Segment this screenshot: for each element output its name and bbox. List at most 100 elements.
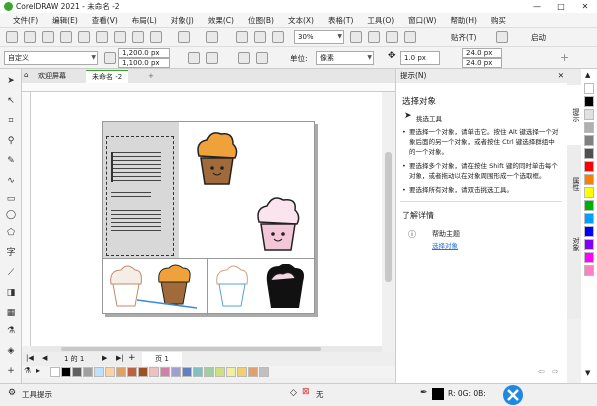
home-icon[interactable]: ⌂ bbox=[24, 71, 28, 79]
landscape-icon[interactable] bbox=[206, 52, 218, 64]
launch-dropdown[interactable]: 启动 bbox=[531, 32, 546, 43]
current-page-icon[interactable] bbox=[256, 52, 268, 64]
add-tool-icon[interactable]: + bbox=[5, 365, 17, 377]
menu-bitmaps[interactable]: 位图(B) bbox=[241, 15, 281, 26]
duplicate-y-field[interactable]: 24.0 px bbox=[462, 58, 502, 68]
units-combo[interactable]: 像素 ▼ bbox=[316, 51, 374, 65]
save-icon[interactable] bbox=[42, 31, 54, 43]
show-guides-icon[interactable] bbox=[404, 31, 416, 43]
minimize-button[interactable]: — bbox=[525, 2, 549, 11]
all-pages-icon[interactable] bbox=[238, 52, 250, 64]
palette-swatch[interactable] bbox=[584, 174, 594, 185]
rectangle-tool-icon[interactable]: ▭ bbox=[5, 193, 17, 205]
document-palette-swatch[interactable] bbox=[237, 367, 247, 377]
tab-hints[interactable]: 提示 bbox=[567, 85, 581, 145]
palette-swatch[interactable] bbox=[584, 122, 594, 133]
document-palette-swatch[interactable] bbox=[138, 367, 148, 377]
menu-text[interactable]: 文本(X) bbox=[281, 15, 321, 26]
eyedropper-tool-icon[interactable]: ⚗ bbox=[5, 325, 17, 337]
add-page-icon[interactable]: + bbox=[128, 353, 136, 363]
cloud-icon[interactable] bbox=[60, 31, 72, 43]
zoom-tool-icon[interactable]: ⚲ bbox=[5, 135, 17, 147]
document-palette-swatch[interactable] bbox=[94, 367, 104, 377]
interactive-fill-icon[interactable]: ◈ bbox=[5, 345, 17, 357]
pdf-icon[interactable] bbox=[272, 31, 284, 43]
tab-objects[interactable]: 对象 bbox=[567, 219, 581, 269]
help-link[interactable]: 选择对象 bbox=[432, 240, 458, 250]
open-icon[interactable] bbox=[24, 31, 36, 43]
palette-swatch[interactable] bbox=[584, 239, 594, 250]
tab-document[interactable]: 未命名 -2 bbox=[86, 70, 129, 83]
palette-scroll-down-icon[interactable]: ▼ bbox=[585, 369, 590, 377]
document-palette-swatch[interactable] bbox=[149, 367, 159, 377]
forward-icon[interactable]: ⇨ bbox=[552, 367, 559, 376]
print-icon[interactable] bbox=[96, 31, 108, 43]
close-button[interactable]: ✕ bbox=[573, 2, 597, 11]
snap-to-dropdown[interactable]: 贴齐(T) bbox=[451, 32, 476, 43]
document-palette-swatch[interactable] bbox=[61, 367, 71, 377]
polygon-tool-icon[interactable]: ⬠ bbox=[5, 227, 17, 239]
copy-icon[interactable] bbox=[132, 31, 144, 43]
page-width-field[interactable]: 1,200.0 px bbox=[118, 48, 170, 58]
document-palette-swatch[interactable] bbox=[204, 367, 214, 377]
palette-swatch[interactable] bbox=[584, 200, 594, 211]
document-page[interactable] bbox=[102, 121, 316, 315]
last-page-icon[interactable]: ▶| bbox=[116, 354, 124, 362]
redo-icon[interactable] bbox=[206, 31, 218, 43]
palette-swatch[interactable] bbox=[584, 213, 594, 224]
menu-buy[interactable]: 购买 bbox=[484, 15, 513, 26]
close-icon[interactable]: ✕ bbox=[558, 69, 564, 83]
horizontal-scrollbar[interactable] bbox=[31, 346, 382, 352]
tab-welcome[interactable]: 欢迎屏幕 bbox=[32, 70, 72, 83]
new-document-icon[interactable] bbox=[6, 31, 18, 43]
ellipse-tool-icon[interactable]: ◯ bbox=[5, 209, 17, 221]
document-palette-swatch[interactable] bbox=[182, 367, 192, 377]
portrait-icon[interactable] bbox=[188, 52, 200, 64]
menu-object[interactable]: 对象(J) bbox=[164, 15, 201, 26]
palette-swatch[interactable] bbox=[584, 265, 594, 276]
scroll-thumb[interactable] bbox=[385, 152, 392, 282]
add-tab-button[interactable]: + bbox=[142, 70, 160, 83]
palette-swatch[interactable] bbox=[584, 187, 594, 198]
blend-tool-icon[interactable]: ◨ bbox=[5, 287, 17, 299]
freehand-tool-icon[interactable]: ✎ bbox=[5, 155, 17, 167]
palette-menu-icon[interactable]: ▸ bbox=[36, 366, 40, 375]
palette-swatch[interactable] bbox=[584, 161, 594, 172]
palette-swatch[interactable] bbox=[584, 252, 594, 263]
document-palette-swatch[interactable] bbox=[248, 367, 258, 377]
artistic-media-icon[interactable]: ∿ bbox=[5, 175, 17, 187]
gear-icon[interactable]: ⚙ bbox=[8, 388, 16, 398]
document-palette-swatch[interactable] bbox=[215, 367, 225, 377]
full-screen-icon[interactable] bbox=[350, 31, 362, 43]
document-palette-swatch[interactable] bbox=[50, 367, 60, 377]
document-palette-swatch[interactable] bbox=[105, 367, 115, 377]
cut-icon[interactable] bbox=[114, 31, 126, 43]
import-icon[interactable] bbox=[236, 31, 248, 43]
page-tab-1[interactable]: 页 1 bbox=[142, 352, 182, 366]
page-height-field[interactable]: 1,100.0 px bbox=[118, 58, 170, 68]
paste-icon[interactable] bbox=[150, 31, 162, 43]
menu-effects[interactable]: 效果(C) bbox=[201, 15, 241, 26]
undo-icon[interactable] bbox=[178, 31, 190, 43]
show-rulers-icon[interactable] bbox=[368, 31, 380, 43]
text-tool-icon[interactable]: 字 bbox=[5, 247, 17, 259]
nudge-distance-field[interactable]: 1.0 px bbox=[400, 51, 440, 65]
outline-color-swatch[interactable] bbox=[432, 388, 444, 400]
first-page-icon[interactable]: |◀ bbox=[26, 354, 34, 362]
page-preset-combo[interactable]: 自定义 ▼ bbox=[4, 51, 98, 65]
menu-help[interactable]: 帮助(H) bbox=[443, 15, 484, 26]
shape-tool-icon[interactable]: ↖ bbox=[5, 95, 17, 107]
palette-scroll-up-icon[interactable]: ▲ bbox=[585, 71, 590, 79]
crop-tool-icon[interactable]: ⌗ bbox=[5, 115, 17, 127]
document-palette-swatch[interactable] bbox=[171, 367, 181, 377]
palette-swatch[interactable] bbox=[584, 109, 594, 120]
duplicate-x-field[interactable]: 24.0 px bbox=[462, 48, 502, 58]
maximize-button[interactable]: □ bbox=[549, 2, 573, 11]
connector-tool-icon[interactable]: ⟋ bbox=[5, 267, 17, 279]
document-palette-swatch[interactable] bbox=[72, 367, 82, 377]
menu-tools[interactable]: 工具(O) bbox=[360, 15, 401, 26]
pick-tool-icon[interactable]: ➤ bbox=[5, 75, 17, 87]
document-palette-swatch[interactable] bbox=[160, 367, 170, 377]
zoom-combo[interactable]: 30% ▼ bbox=[294, 30, 344, 44]
document-palette-swatch[interactable] bbox=[193, 367, 203, 377]
